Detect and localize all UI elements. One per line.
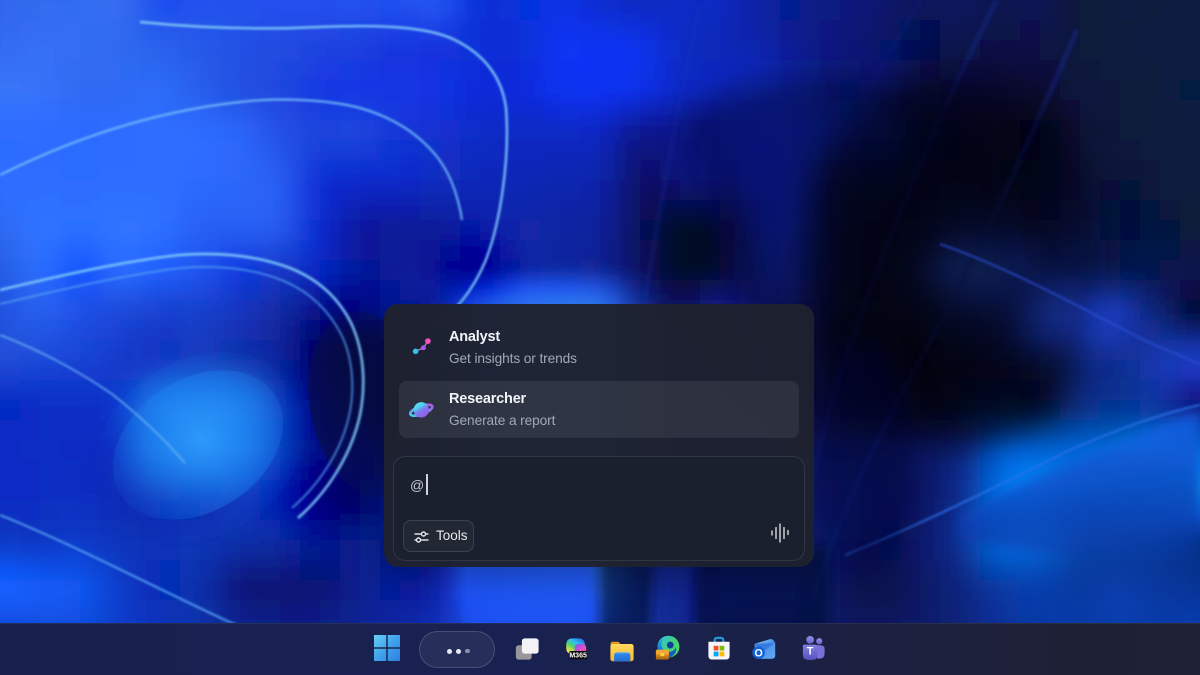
svg-text:T: T [807, 646, 814, 658]
svg-text:O: O [754, 648, 762, 660]
svg-text:M365: M365 [569, 653, 587, 660]
